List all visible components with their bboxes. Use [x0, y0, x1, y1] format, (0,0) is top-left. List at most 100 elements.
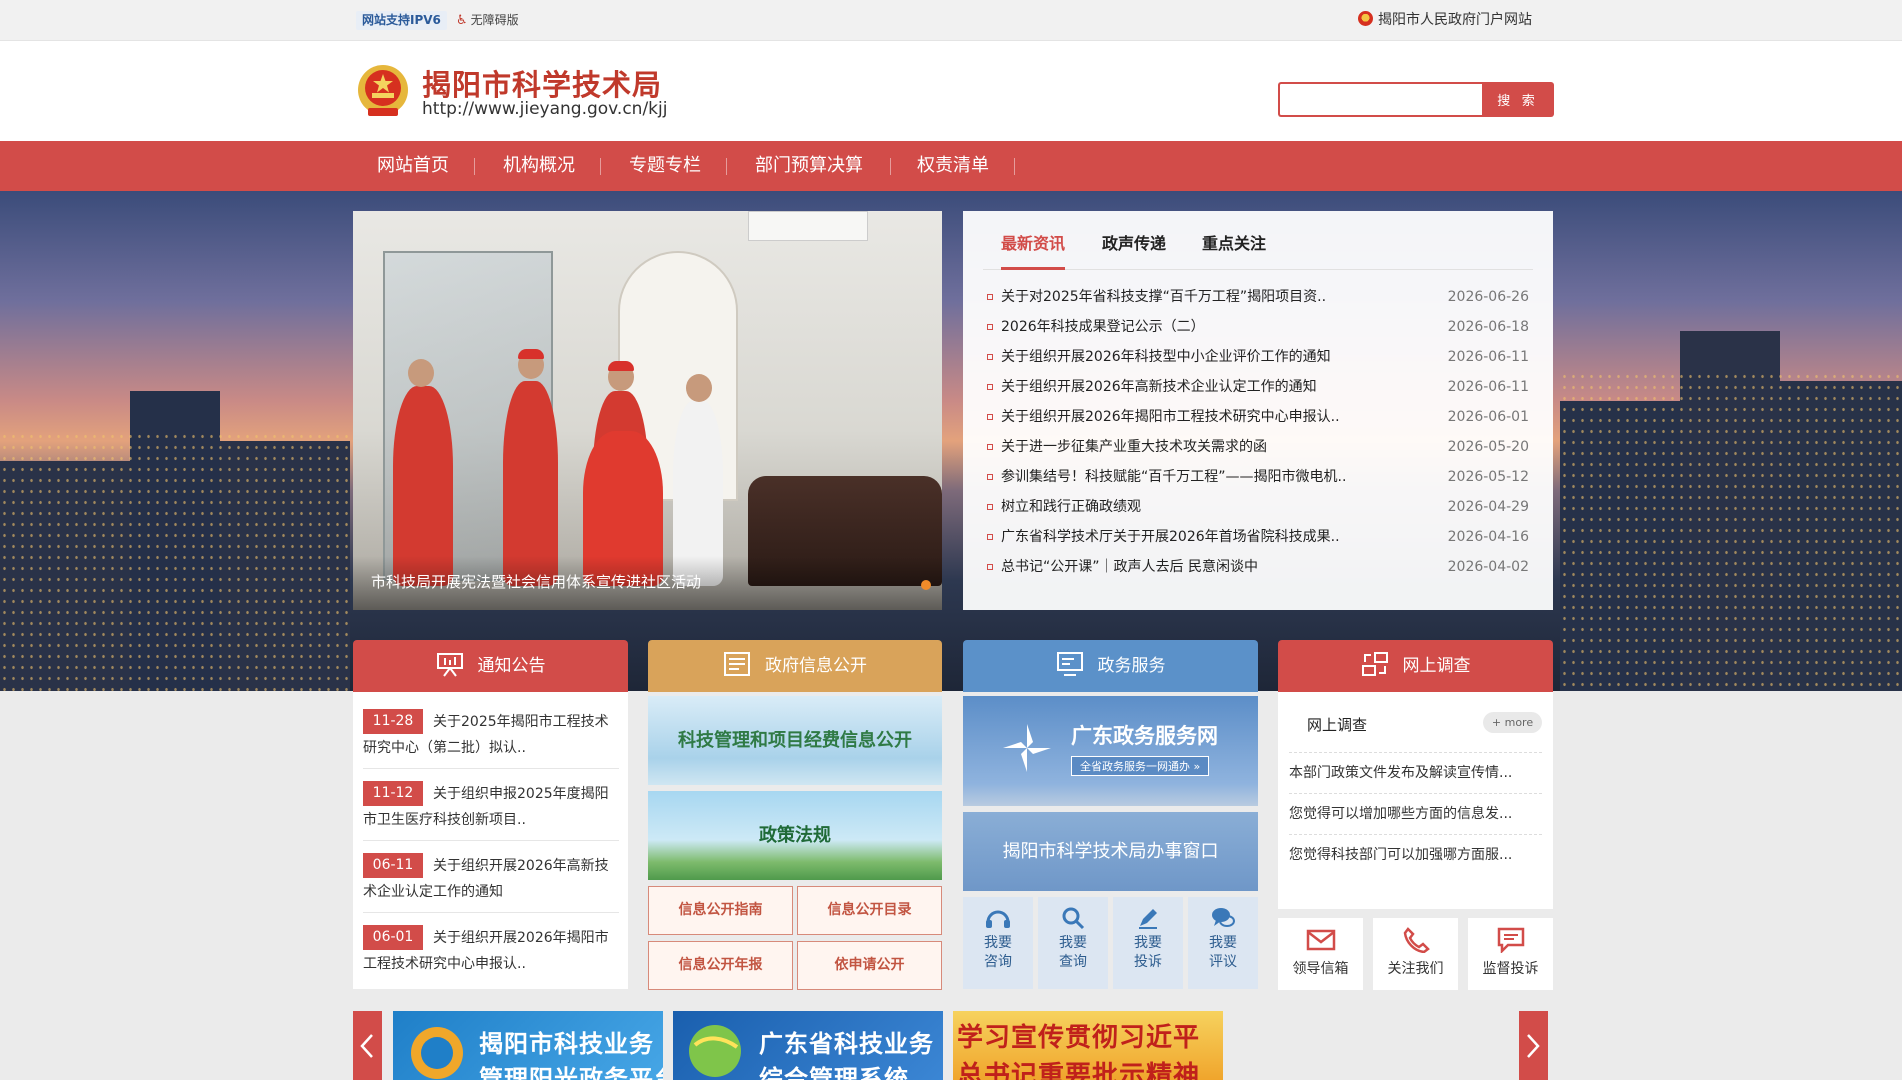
news-item[interactable]: 总书记“公开课”｜政声人去后 民意闲谈中 2026-04-02: [987, 552, 1529, 582]
news-title[interactable]: 总书记“公开课”｜政声人去后 民意闲谈中: [1001, 552, 1401, 582]
query-button[interactable]: 我要 查询: [1038, 897, 1108, 989]
top-bar: 网站支持IPV6 ♿ 无障碍版 揭阳市人民政府门户网站: [0, 0, 1902, 41]
news-date: 2026-06-26: [1447, 289, 1529, 305]
carousel-next-button[interactable]: [1519, 1011, 1548, 1080]
wheelchair-icon: ♿: [456, 13, 468, 28]
news-title[interactable]: 参训集结号！科技赋能“百千万工程”——揭阳市微电机..: [1001, 462, 1401, 492]
notice-date: 06-01: [363, 925, 423, 950]
news-item[interactable]: 2026年科技成果登记公示（二） 2026-06-18: [987, 312, 1529, 342]
carousel-item-guangdong-system[interactable]: 广东省科技业务 综合管理系统: [673, 1011, 943, 1080]
news-title[interactable]: 广东省科学技术厅关于开展2026年首场省院科技成果..: [1001, 522, 1401, 552]
slider-dot[interactable]: [921, 580, 931, 590]
nav-item-home[interactable]: 网站首页: [377, 141, 449, 191]
news-title[interactable]: 关于对2025年省科技支撑“百千万工程”揭阳项目资..: [1001, 282, 1401, 312]
survey-question[interactable]: 本部门政策文件发布及解读宣传情...: [1289, 752, 1542, 792]
leader-mailbox-button[interactable]: 领导信箱: [1278, 918, 1363, 990]
news-item[interactable]: 树立和践行正确政绩观 2026-04-29: [987, 492, 1529, 522]
accessibility-link[interactable]: ♿ 无障碍版: [456, 11, 519, 30]
complaint-label-1: 我要: [1134, 935, 1162, 951]
carousel-item-sci-tech-platform[interactable]: 揭阳市科技业务 管理阳光政务平台: [393, 1011, 663, 1080]
bullet-icon: [987, 474, 993, 480]
query-icon: [1062, 907, 1085, 930]
carousel-item-text: 学习宣传贯彻习近平: [957, 1023, 1201, 1053]
notice-item[interactable]: 关于组织开展2026年揭阳市工程技术研究中心申报认.. 06-01: [363, 914, 619, 985]
accessibility-label: 无障碍版: [470, 13, 519, 27]
portal-link-label: 揭阳市人民政府门户网站: [1378, 12, 1532, 28]
consult-button[interactable]: 我要 咨询: [963, 897, 1033, 989]
nav-item-topics[interactable]: 专题专栏: [629, 141, 701, 191]
notice-item[interactable]: 关于组织开展2026年高新技术企业认定工作的通知 06-11: [363, 842, 619, 913]
gov-service-section-title: 政务服务: [1097, 656, 1166, 676]
info-disclosure-guide-button[interactable]: 信息公开指南: [648, 886, 793, 935]
gov-service-section-header[interactable]: 政务服务: [963, 640, 1258, 692]
nav-item-budget[interactable]: 部门预算决算: [755, 141, 863, 191]
tab-key-focus[interactable]: 重点关注: [1202, 233, 1266, 270]
project-funding-label: 科技管理和项目经费信息公开: [678, 730, 912, 751]
complaint-button[interactable]: 我要 投诉: [1113, 897, 1183, 989]
news-item[interactable]: 参训集结号！科技赋能“百千万工程”——揭阳市微电机.. 2026-05-12: [987, 462, 1529, 492]
carousel-prev-button[interactable]: [353, 1011, 382, 1080]
gov-info-section-header[interactable]: 政府信息公开: [648, 640, 942, 692]
portal-link[interactable]: 揭阳市人民政府门户网站: [1358, 11, 1532, 30]
survey-question[interactable]: 您觉得科技部门可以加强哪方面服...: [1289, 834, 1542, 874]
notice-item[interactable]: 关于组织申报2025年度揭阳市卫生医疗科技创新项目.. 11-12: [363, 770, 619, 841]
complaint-icon: [1139, 909, 1157, 929]
carousel-item-study-campaign[interactable]: 学习宣传贯彻习近平 总书记重要批示精神: [953, 1011, 1223, 1080]
news-title[interactable]: 关于组织开展2026年科技型中小企业评价工作的通知: [1001, 342, 1401, 372]
news-item[interactable]: 关于组织开展2026年科技型中小企业评价工作的通知 2026-06-11: [987, 342, 1529, 372]
follow-us-button[interactable]: 关注我们: [1373, 918, 1458, 990]
review-icon: [1212, 908, 1235, 927]
more-link[interactable]: + more: [1483, 712, 1542, 733]
complaint-label-2: 投诉: [1134, 954, 1162, 970]
bullet-icon: [987, 414, 993, 420]
tab-latest-news[interactable]: 最新资讯: [1001, 233, 1066, 270]
survey-section-header[interactable]: 网上调查: [1278, 640, 1553, 692]
query-label-2: 查询: [1059, 954, 1087, 970]
search-input[interactable]: [1278, 82, 1483, 117]
news-item[interactable]: 关于对2025年省科技支撑“百千万工程”揭阳项目资.. 2026-06-26: [987, 282, 1529, 312]
request-disclosure-button[interactable]: 依申请公开: [797, 941, 942, 990]
gd-service-subtitle: 全省政务服务一网通办 »: [1071, 756, 1210, 776]
survey-heading: 网上调查: [1307, 716, 1368, 734]
info-disclosure-catalog-button[interactable]: 信息公开目录: [797, 886, 942, 935]
nav-separator: [726, 158, 727, 175]
consult-label-1: 我要: [984, 935, 1012, 951]
news-item[interactable]: 广东省科学技术厅关于开展2026年首场省院科技成果.. 2026-04-16: [987, 522, 1529, 552]
notice-section-header[interactable]: 通知公告: [353, 640, 628, 692]
news-title[interactable]: 关于进一步征集产业重大技术攻关需求的函: [1001, 432, 1401, 462]
news-date: 2026-06-18: [1447, 319, 1529, 335]
guangdong-gov-service-banner[interactable]: 广东政务服务网 全省政务服务一网通办 »: [963, 696, 1258, 806]
search-button[interactable]: 搜 索: [1482, 82, 1554, 117]
news-title[interactable]: 2026年科技成果登记公示（二）: [1001, 312, 1401, 342]
news-item[interactable]: 关于进一步征集产业重大技术攻关需求的函 2026-05-20: [987, 432, 1529, 462]
review-button[interactable]: 我要 评议: [1188, 897, 1258, 989]
nav-item-responsibilities[interactable]: 权责清单: [917, 141, 989, 191]
info-disclosure-annual-report-button[interactable]: 信息公开年报: [648, 941, 793, 990]
office-window-banner[interactable]: 揭阳市科学技术局办事窗口: [963, 812, 1258, 891]
survey-question[interactable]: 您觉得可以增加哪些方面的信息发...: [1289, 793, 1542, 833]
ipv6-badge: 网站支持IPV6: [356, 11, 447, 30]
news-title[interactable]: 关于组织开展2026年高新技术企业认定工作的通知: [1001, 372, 1401, 402]
notice-item[interactable]: 关于2025年揭阳市工程技术研究中心（第二批）拟认.. 11-28: [363, 698, 619, 769]
policy-regulation-banner[interactable]: 政策法规: [648, 791, 942, 880]
bullet-icon: [987, 384, 993, 390]
content-background: [0, 691, 1902, 1080]
news-title[interactable]: 关于组织开展2026年揭阳市工程技术研究中心申报认..: [1001, 402, 1401, 432]
city-skyline-banner: [0, 191, 1902, 691]
supervision-complaint-button[interactable]: 监督投诉: [1468, 918, 1553, 990]
news-item[interactable]: 关于组织开展2026年揭阳市工程技术研究中心申报认.. 2026-06-01: [987, 402, 1529, 432]
nav-separator: [1014, 158, 1015, 175]
news-date: 2026-04-29: [1447, 499, 1529, 515]
project-funding-banner[interactable]: 科技管理和项目经费信息公开: [648, 696, 942, 785]
news-title[interactable]: 树立和践行正确政绩观: [1001, 492, 1401, 522]
slider-caption[interactable]: 市科技局开展宪法暨社会信用体系宣传进社区活动: [371, 571, 701, 592]
bullet-icon: [987, 564, 993, 570]
tab-government-voice[interactable]: 政声传递: [1102, 233, 1166, 270]
photo-slider[interactable]: 市科技局开展宪法暨社会信用体系宣传进社区活动: [353, 211, 942, 610]
nav-item-about[interactable]: 机构概况: [503, 141, 575, 191]
news-tabs: 最新资讯 政声传递 重点关注: [983, 233, 1533, 270]
gov-info-section-title: 政府信息公开: [765, 656, 867, 676]
policy-regulation-label: 政策法规: [759, 825, 831, 846]
news-item[interactable]: 关于组织开展2026年高新技术企业认定工作的通知 2026-06-11: [987, 372, 1529, 402]
main-nav: 网站首页 机构概况 专题专栏 部门预算决算 权责清单: [0, 141, 1902, 191]
